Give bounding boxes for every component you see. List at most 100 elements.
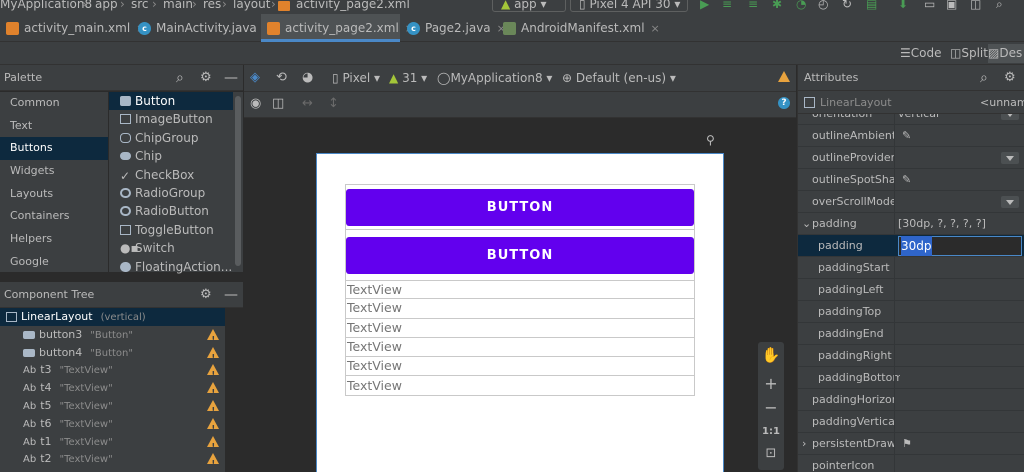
gear-icon[interactable]: ⚙ [200,65,212,91]
split-view-button[interactable]: ◫Split [950,45,988,62]
palette-item-button[interactable]: Button [109,92,233,111]
tree-row[interactable]: button4 "Button" [0,344,225,366]
palette-category[interactable]: Common [0,92,108,115]
blueprint-icon[interactable]: ◫ [272,96,284,111]
palette-item-togglebutton[interactable]: ToggleButton [109,221,233,239]
stop-icon[interactable]: ↻ [842,0,852,11]
tab-page2-java[interactable]: c Page2.java × [401,14,506,42]
chevron-right-icon[interactable]: › [802,433,806,455]
minimize-icon[interactable]: — [224,282,238,308]
eye-icon[interactable]: ◉ [250,96,261,111]
breadcrumb-res[interactable]: res [203,0,221,11]
layout-inspector-icon[interactable]: ▣ [946,0,957,11]
locale-dropdown[interactable]: ⊕ Default (en-us) ▾ [562,71,676,85]
palette-item-checkbox[interactable]: ✓ CheckBox [109,166,233,184]
zoom-actual-size-icon[interactable]: 1:1 [758,426,784,437]
warning-icon[interactable] [207,328,219,349]
minimize-icon[interactable]: — [224,65,238,91]
color-picker-icon[interactable]: ✎ [902,169,911,191]
breadcrumb-layout[interactable]: layout [233,0,270,11]
warning-icon[interactable] [207,399,219,420]
warning-icon[interactable] [207,382,219,402]
design-view-button[interactable]: ▨Des [988,44,1024,63]
tree-row[interactable]: Ab t1 "TextView" [0,433,225,455]
attr-row-padding-vertical[interactable]: paddingVertical [798,411,1024,433]
theme-dropdown[interactable]: ◯MyApplication8 ▾ [437,71,552,85]
attach-debugger-icon[interactable]: ◴ [818,0,828,11]
attr-row-outline-ambient[interactable]: outlineAmbient... ✎ [798,125,1024,147]
pan-hand-icon[interactable]: ✋ [758,346,784,364]
run-config-selector[interactable]: ▲ app ▾ [492,0,566,12]
avd-manager-icon[interactable]: ▤ [866,0,877,11]
preview-button-3[interactable]: BUTTON [346,189,694,226]
gear-icon[interactable]: ⚙ [1004,65,1016,91]
warning-icon[interactable] [207,364,219,384]
attr-value[interactable]: vertical [898,114,939,125]
attr-row-orientation[interactable]: orientation vertical [798,114,1024,125]
attr-row-overscroll[interactable]: overScrollMode [798,191,1024,213]
dropdown-icon[interactable] [1001,196,1019,208]
orientation-icon[interactable]: ⟲ [276,70,287,85]
palette-item-chip[interactable]: Chip [109,147,233,165]
padding-input[interactable]: 30dp [898,236,1022,256]
device-manager-icon[interactable]: ▭ [924,0,935,11]
tree-row[interactable]: Ab t5 "TextView" [0,397,225,420]
palette-item-radiobutton[interactable]: RadioButton [109,202,233,220]
tab-activity-page2[interactable]: activity_page2.xml× [261,14,414,42]
attr-row-padding-left[interactable]: paddingLeft [798,279,1024,301]
night-mode-icon[interactable]: ◕ [302,70,313,85]
search-icon[interactable]: ⌕ [980,65,988,91]
palette-category[interactable]: Widgets [0,160,108,183]
run-icon[interactable]: ▶ [700,0,709,11]
api-dropdown[interactable]: ▲ 31 ▾ [389,71,427,85]
device-selector[interactable]: ▯ Pixel 4 API 30 ▾ [570,0,688,12]
debug-icon[interactable]: ✱ [772,0,782,11]
palette-scrollbar[interactable] [233,92,243,272]
horizontal-resize-icon[interactable]: ↔ [302,96,313,111]
preview-button-4[interactable]: BUTTON [346,237,694,274]
scrollbar-thumb[interactable] [235,96,241,266]
breadcrumb-file[interactable]: activity_page2.xml [296,0,410,11]
palette-item-imagebutton[interactable]: ImageButton [109,110,233,128]
gear-icon[interactable]: ⚙ [200,282,212,308]
pin-icon[interactable]: ⚲ [706,133,715,147]
apply-code-changes-icon[interactable]: ≡ [748,0,758,11]
palette-item-radiogroup[interactable]: RadioGroup [109,184,233,202]
breadcrumb-app[interactable]: app [95,0,118,11]
palette-category[interactable]: Text [0,115,108,138]
preview-textview[interactable]: TextView [345,376,695,396]
tree-row[interactable]: Ab t4 "TextView" [0,379,225,402]
warning-icon[interactable] [207,417,219,438]
tree-row[interactable]: Ab t6 "TextView" [0,415,225,438]
tab-mainactivity[interactable]: cMainActivity.java× [132,14,272,42]
palette-category[interactable]: Helpers [0,228,108,251]
dropdown-icon[interactable] [1001,114,1019,120]
color-picker-icon[interactable]: ✎ [902,125,911,147]
attr-row-padding-horizontal[interactable]: paddingHorizon... [798,389,1024,411]
close-icon[interactable]: × [651,22,660,35]
attr-row-padding-end[interactable]: paddingEnd [798,323,1024,345]
attr-row-padding-group[interactable]: ⌄ padding [30dp, ?, ?, ?, ?] [798,213,1024,235]
zoom-in-icon[interactable]: + [758,374,784,393]
preview-textview[interactable]: TextView [345,318,695,338]
tree-row[interactable]: Ab t2 "TextView" [0,450,225,472]
palette-item-switch[interactable]: ●▪ Switch [109,239,233,257]
search-everywhere-icon[interactable]: ⌕ [996,0,1003,12]
preview-textview[interactable]: TextView [345,299,695,319]
apply-changes-icon[interactable]: ≡ [722,0,732,11]
code-view-button[interactable]: ☰Code [900,45,942,62]
attr-row-padding[interactable]: padding 30dp [798,235,1024,257]
palette-category[interactable]: Google [0,251,108,274]
palette-item-chipgroup[interactable]: ChipGroup [109,129,233,147]
breadcrumb-src[interactable]: src [131,0,149,11]
attr-row-pointer-icon[interactable]: pointerIcon [798,455,1024,472]
vertical-resize-icon[interactable]: ↕ [328,96,339,111]
project-structure-icon[interactable]: ◫ [970,0,981,11]
dropdown-icon[interactable] [1001,152,1019,164]
preview-textview[interactable]: TextView [345,280,695,300]
zoom-out-icon[interactable]: − [758,398,784,417]
attr-row-outline-provider[interactable]: outlineProvider [798,147,1024,169]
warning-icon[interactable] [778,71,790,82]
preview-textview[interactable]: TextView [345,337,695,358]
attr-row-padding-bottom[interactable]: paddingBottom [798,367,1024,389]
